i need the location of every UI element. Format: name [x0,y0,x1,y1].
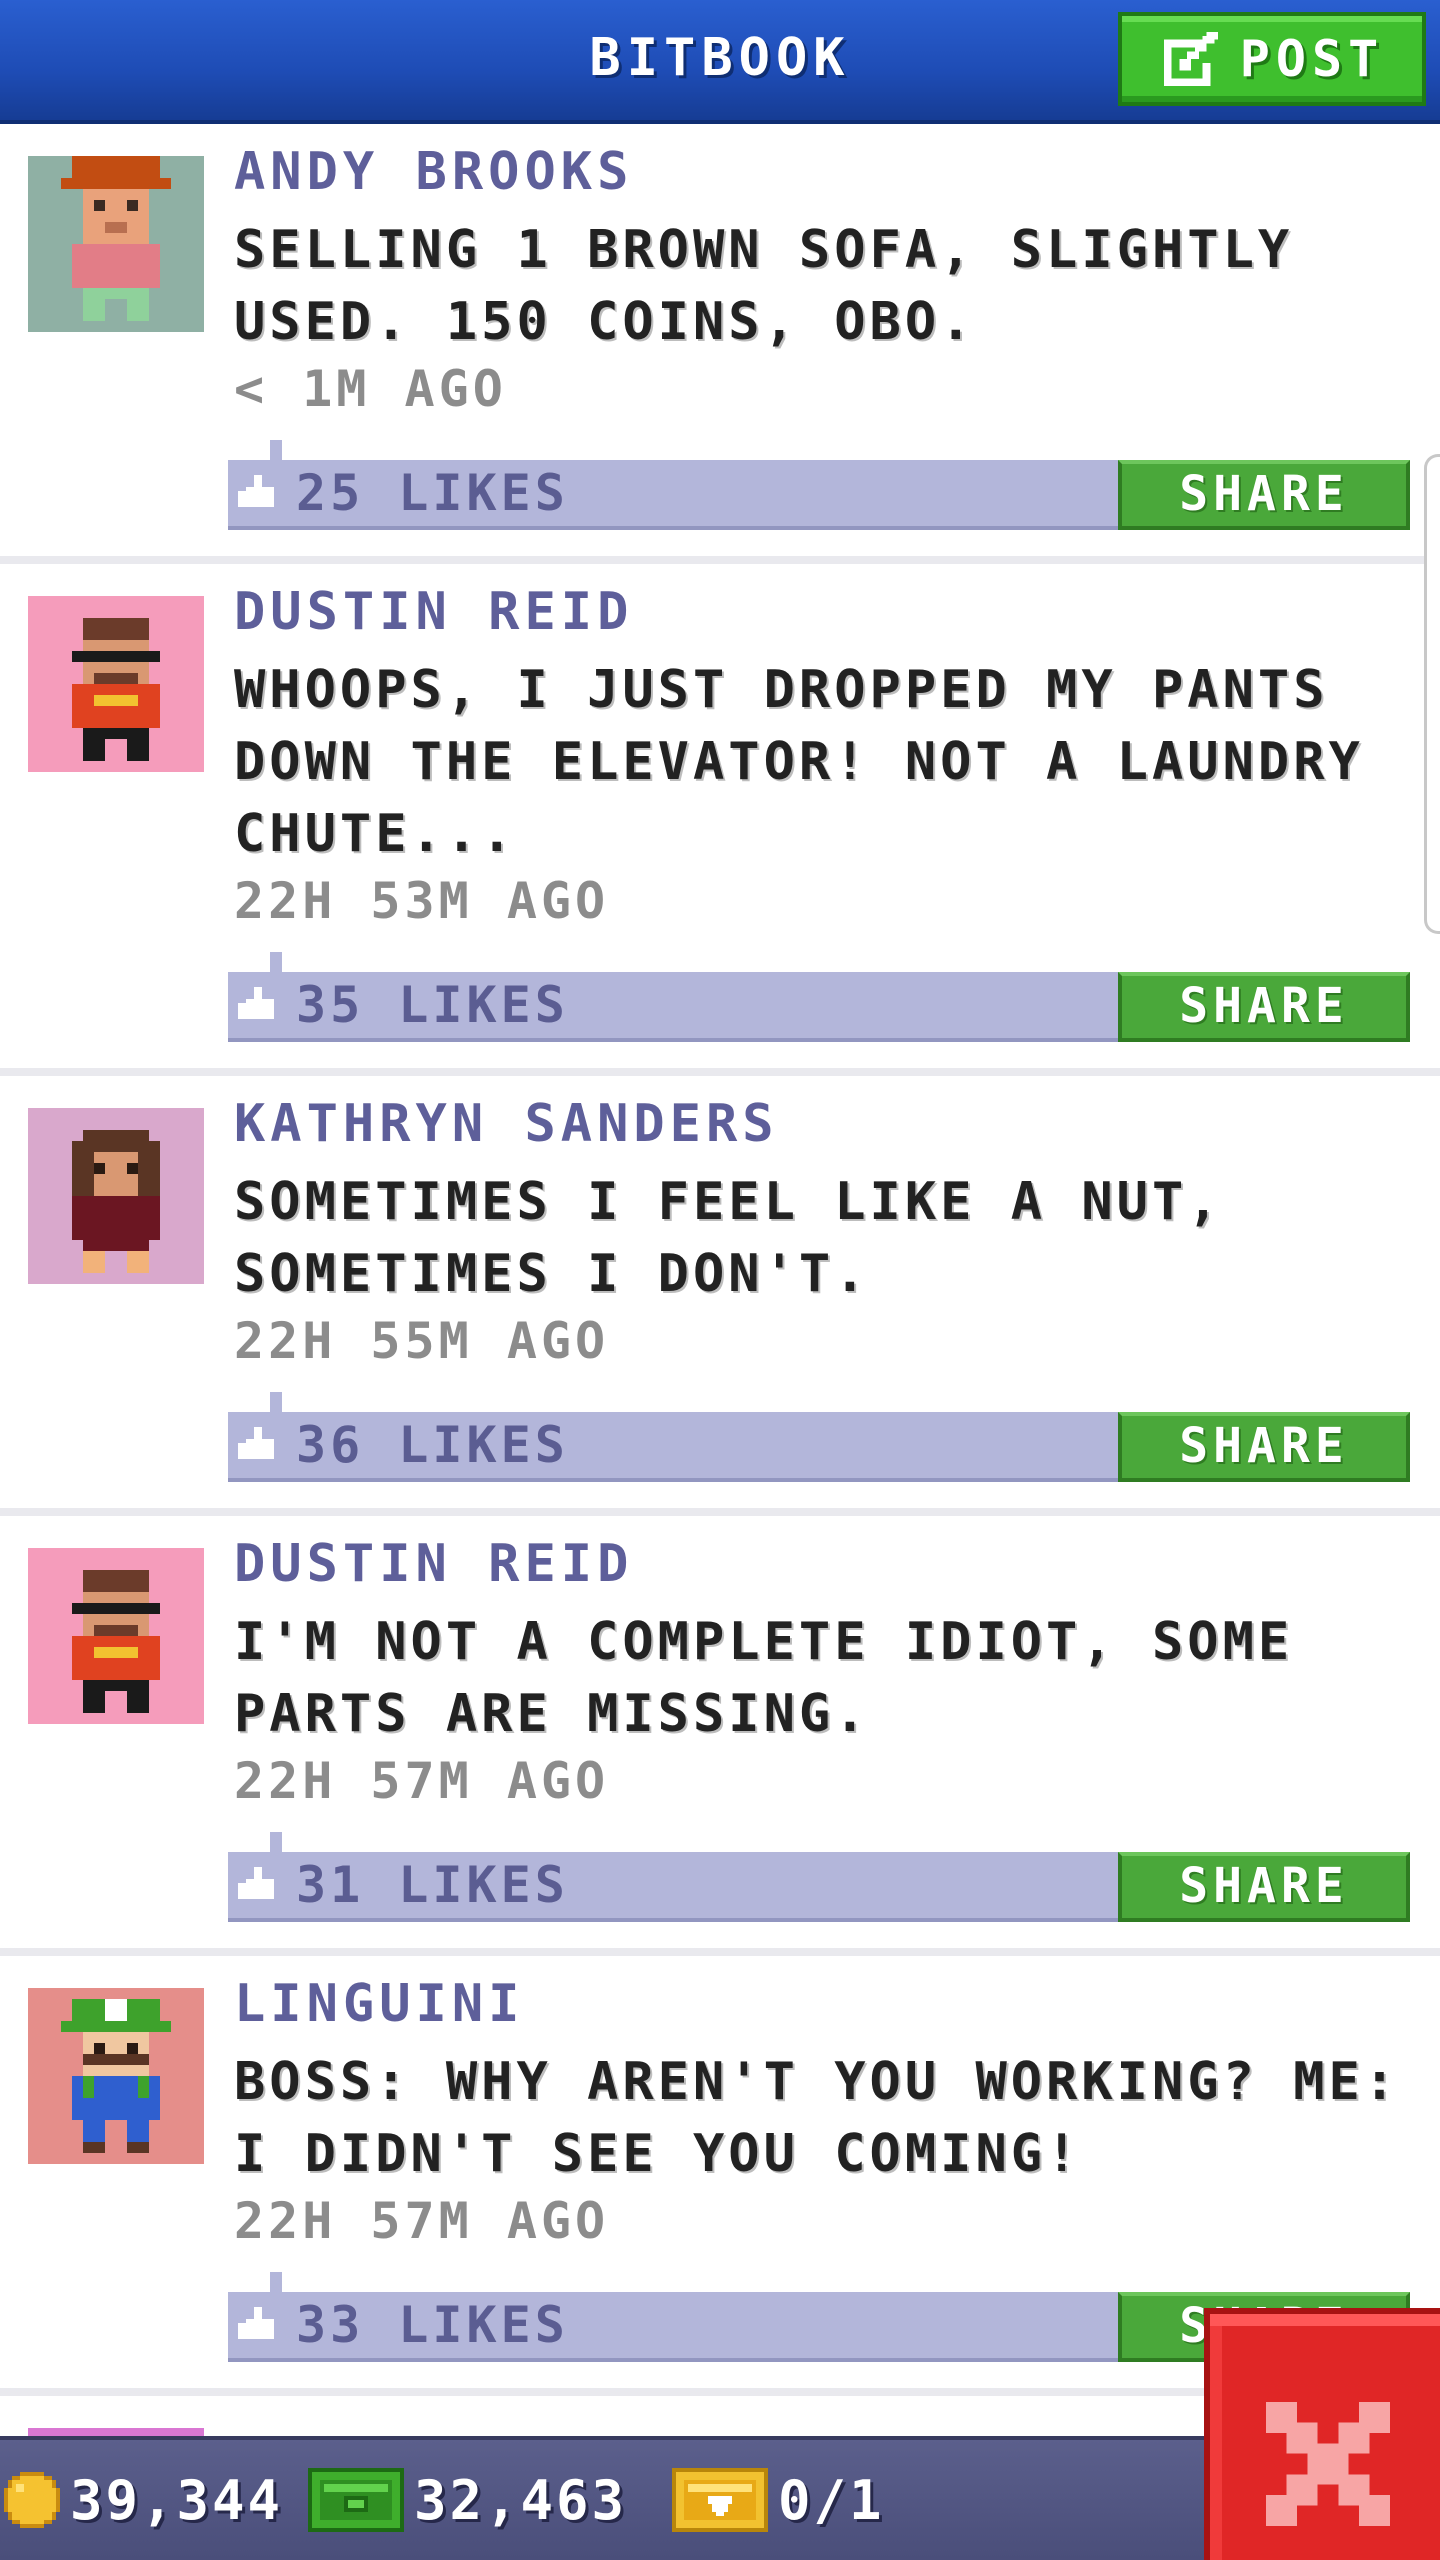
tickets-value: 0/1 [778,2468,885,2532]
post-button-label: POST [1239,30,1385,88]
avatar-andy-brooks [28,156,204,332]
thumbs-up-icon [238,2307,274,2339]
avatar[interactable] [28,596,204,772]
scroll-indicator[interactable] [1424,454,1440,934]
like-button[interactable]: 33 LIKES [238,2292,569,2358]
like-count: 36 LIKES [296,1416,569,1474]
thumbs-up-icon [238,1427,274,1459]
post-message: WHOOPS, I JUST DROPPED MY PANTS DOWN THE… [234,660,1364,864]
like-bar: 25 LIKES SHARE [228,440,1410,530]
like-button[interactable]: 36 LIKES [238,1412,569,1478]
post-author[interactable]: ANDY BROOKS [234,142,633,202]
header-bar: BITBOOK POST [0,0,1440,124]
news-feed[interactable]: ANDY BROOKS SELLING 1 BROWN SOFA, SLIGHT… [0,124,1440,2436]
bitbook-screen: BITBOOK POST ANDY BROOKS SELLING 1 BROWN… [0,0,1440,2560]
post-message: I'M NOT A COMPLETE IDIOT, SOME PARTS ARE… [234,1612,1294,1744]
post-author[interactable]: LINGUINI [234,1974,524,2034]
like-button[interactable]: 25 LIKES [238,460,569,526]
bux-icon [308,2468,404,2532]
close-button[interactable] [1204,2308,1440,2560]
coins-value: 39,344 [70,2468,284,2532]
avatar-kathryn-sanders [28,1108,204,1284]
coin-icon [4,2472,60,2528]
like-bar: 35 LIKES SHARE [228,952,1410,1042]
share-button[interactable]: SHARE [1118,972,1410,1042]
feed-post: ANDY BROOKS SELLING 1 BROWN SOFA, SLIGHT… [0,124,1440,564]
post-timestamp: 22H 57M AGO [234,2192,610,2250]
avatar-dustin-reid [28,1548,204,1724]
tickets-counter: 0/1 [672,2440,885,2560]
avatar[interactable] [28,1988,204,2164]
avatar[interactable] [28,156,204,332]
avatar[interactable] [28,1108,204,1284]
like-bar: 31 LIKES SHARE [228,1832,1410,1922]
feed-post: DUSTIN REID WHOOPS, I JUST DROPPED MY PA… [0,564,1440,1076]
ticket-icon [672,2468,768,2532]
feed-post: DUSTIN REID I'M NOT A COMPLETE IDIOT, SO… [0,1516,1440,1956]
thumbs-up-icon [238,475,274,507]
avatar[interactable] [28,1548,204,1724]
like-button[interactable]: 35 LIKES [238,972,569,1038]
thumbs-up-icon [238,1867,274,1899]
edit-icon [1163,31,1218,87]
post-message: BOSS: WHY AREN'T YOU WORKING? ME: I DIDN… [234,2052,1400,2184]
post-author[interactable]: DUSTIN REID [234,1534,633,1594]
feed-post: KATHRYN SANDERS SOMETIMES I FEEL LIKE A … [0,1076,1440,1516]
bux-counter: 32,463 [308,2440,627,2560]
post-timestamp: 22H 55M AGO [234,1312,610,1370]
post-timestamp: 22H 53M AGO [234,872,610,930]
like-count: 33 LIKES [296,2296,569,2354]
post-button[interactable]: POST [1118,12,1426,106]
post-author[interactable]: KATHRYN SANDERS [234,1094,779,1154]
like-count: 31 LIKES [296,1856,569,1914]
like-count: 25 LIKES [296,464,569,522]
share-button[interactable]: SHARE [1118,460,1410,530]
like-bar: 36 LIKES SHARE [228,1392,1410,1482]
close-icon [1266,2402,1390,2526]
like-count: 35 LIKES [296,976,569,1034]
bux-value: 32,463 [414,2468,628,2532]
avatar[interactable] [28,2428,204,2436]
share-button[interactable]: SHARE [1118,1412,1410,1482]
avatar-linguini [28,1988,204,2164]
share-button[interactable]: SHARE [1118,1852,1410,1922]
like-button[interactable]: 31 LIKES [238,1852,569,1918]
avatar-dustin-reid [28,596,204,772]
post-message: SOMETIMES I FEEL LIKE A NUT, SOMETIMES I… [234,1172,1223,1304]
post-timestamp: 22H 57M AGO [234,1752,610,1810]
thumbs-up-icon [238,987,274,1019]
coins-counter: 39,344 [4,2440,283,2560]
post-message: SELLING 1 BROWN SOFA, SLIGHTLY USED. 150… [234,220,1294,352]
post-author[interactable]: DUSTIN REID [234,582,633,642]
post-timestamp: < 1M AGO [234,360,507,418]
